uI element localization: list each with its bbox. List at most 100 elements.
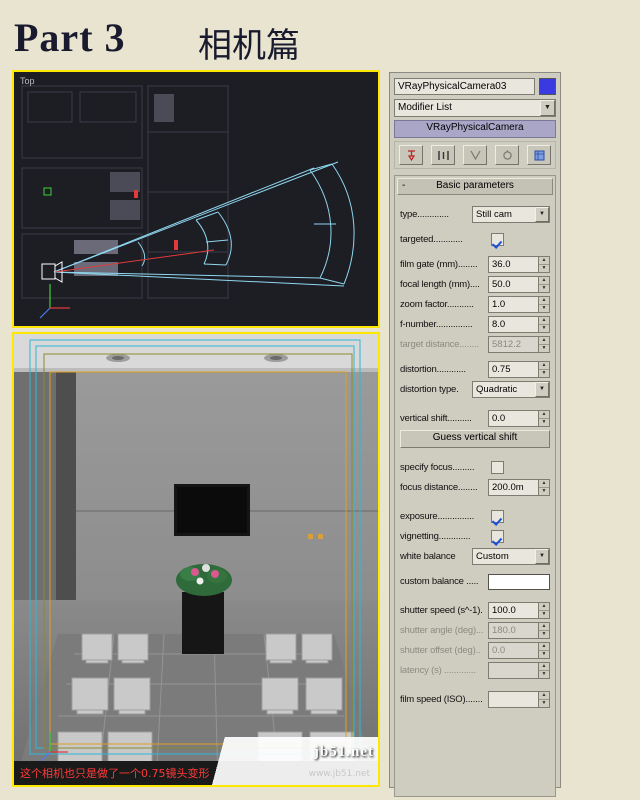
label-exposure: exposure...............: [400, 511, 475, 522]
label-shutter-speed: shutter speed (s^-1).: [400, 605, 483, 616]
targeted-checkbox[interactable]: [491, 233, 504, 246]
target-distance-value: 5812.2: [488, 336, 538, 353]
vertical-shift-value[interactable]: 0.0: [488, 410, 538, 427]
focus-distance-spinner[interactable]: 200.0m ▲ ▼: [488, 479, 550, 496]
param-row-target-distance: target distance........ 5812.2 ▲ ▼: [400, 336, 550, 353]
chevron-down-icon[interactable]: ▼: [540, 100, 555, 116]
remove-modifier-icon[interactable]: [495, 145, 519, 165]
param-row-custom-balance: custom balance .....: [400, 573, 550, 590]
spinner-arrows[interactable]: ▲ ▼: [538, 479, 550, 496]
param-row-distortion: distortion............ 0.75 ▲ ▼: [400, 361, 550, 378]
spinner-arrows[interactable]: ▲ ▼: [538, 410, 550, 427]
label-target-distance: target distance........: [400, 339, 479, 350]
chevron-down-icon[interactable]: ▼: [535, 207, 549, 222]
latency-spinner: ▲ ▼: [488, 662, 550, 679]
distortion-spinner[interactable]: 0.75 ▲ ▼: [488, 361, 550, 378]
page-header: Part 3 相机篇: [0, 0, 640, 72]
param-row-f-number: f-number............... 8.0 ▲ ▼: [400, 316, 550, 333]
object-name-field[interactable]: VRayPhysicalCamera03: [394, 77, 535, 95]
viewport-top-label: Top: [20, 76, 35, 86]
param-row-type: type............. Still cam ▼: [400, 206, 550, 223]
shutter-speed-value[interactable]: 100.0: [488, 602, 538, 619]
configure-sets-icon[interactable]: [527, 145, 551, 165]
make-unique-icon[interactable]: [463, 145, 487, 165]
viewport-camera-canvas: [14, 334, 378, 785]
white-balance-dropdown[interactable]: Custom ▼: [472, 548, 550, 565]
label-film-speed: film speed (ISO).......: [400, 694, 483, 705]
shutter-offset-spinner: 0.0 ▲ ▼: [488, 642, 550, 659]
shutter-offset-value: 0.0: [488, 642, 538, 659]
param-row-focal-length: focal length (mm).... 50.0 ▲ ▼: [400, 276, 550, 293]
f-number-value[interactable]: 8.0: [488, 316, 538, 333]
param-row-focus-distance: focus distance........ 200.0m ▲ ▼: [400, 479, 550, 496]
type-dropdown[interactable]: Still cam ▼: [472, 206, 550, 223]
viewport-top[interactable]: Top: [12, 70, 380, 328]
spinner-arrows[interactable]: ▲ ▼: [538, 602, 550, 619]
rollout-title: Basic parameters: [436, 180, 514, 191]
spinner-arrows: ▲ ▼: [538, 622, 550, 639]
film-speed-spinner[interactable]: ▲ ▼: [488, 691, 550, 708]
specify-focus-checkbox[interactable]: [491, 461, 504, 474]
label-type: type.............: [400, 209, 449, 220]
film-gate-spinner[interactable]: 36.0 ▲ ▼: [488, 256, 550, 273]
page-title: Part 3: [14, 15, 126, 60]
label-film-gate: film gate (mm)........: [400, 259, 478, 270]
spinner-arrows[interactable]: ▲ ▼: [538, 276, 550, 293]
f-number-spinner[interactable]: 8.0 ▲ ▼: [488, 316, 550, 333]
type-value: Still cam: [476, 209, 512, 220]
guess-vertical-shift-button[interactable]: Guess vertical shift: [400, 430, 550, 448]
film-gate-value[interactable]: 36.0: [488, 256, 538, 273]
label-focal-length: focal length (mm)....: [400, 279, 480, 290]
modifier-stack-entry[interactable]: VRayPhysicalCamera: [394, 120, 556, 138]
basic-parameters-rollout: - Basic parameters type............. Sti…: [394, 175, 556, 797]
modifier-stack-toolbar[interactable]: [394, 141, 556, 169]
param-row-targeted: targeted............: [400, 231, 550, 248]
shutter-angle-value: 180.0: [488, 622, 538, 639]
modifier-list-dropdown[interactable]: Modifier List ▼: [394, 99, 556, 117]
label-shutter-offset: shutter offset (deg)..: [400, 645, 481, 656]
focus-distance-value[interactable]: 200.0m: [488, 479, 538, 496]
spinner-arrows[interactable]: ▲ ▼: [538, 296, 550, 313]
exposure-checkbox[interactable]: [491, 510, 504, 523]
distortion-type-dropdown[interactable]: Quadratic ▼: [472, 381, 550, 398]
spinner-arrows: ▲ ▼: [538, 642, 550, 659]
distortion-type-value: Quadratic: [476, 384, 518, 395]
white-balance-value: Custom: [476, 551, 509, 562]
spinner-arrows[interactable]: ▲ ▼: [538, 361, 550, 378]
zoom-factor-spinner[interactable]: 1.0 ▲ ▼: [488, 296, 550, 313]
focal-length-value[interactable]: 50.0: [488, 276, 538, 293]
rollout-header[interactable]: - Basic parameters: [397, 178, 553, 195]
label-white-balance: white balance: [400, 551, 456, 562]
zoom-factor-value[interactable]: 1.0: [488, 296, 538, 313]
show-end-result-icon[interactable]: [431, 145, 455, 165]
distortion-value[interactable]: 0.75: [488, 361, 538, 378]
rollout-body: type............. Still cam ▼ targeted..…: [395, 197, 555, 708]
label-targeted: targeted............: [400, 234, 463, 245]
label-zoom-factor: zoom factor...........: [400, 299, 474, 310]
label-f-number: f-number...............: [400, 319, 473, 330]
shutter-speed-spinner[interactable]: 100.0 ▲ ▼: [488, 602, 550, 619]
vignetting-checkbox[interactable]: [491, 530, 504, 543]
chevron-down-icon[interactable]: ▼: [535, 382, 549, 397]
spinner-arrows[interactable]: ▲ ▼: [538, 256, 550, 273]
label-distortion-type: distortion type.: [400, 384, 459, 395]
focal-length-spinner[interactable]: 50.0 ▲ ▼: [488, 276, 550, 293]
label-distortion: distortion............: [400, 364, 466, 375]
watermark-subtext: www.jb51.net: [308, 769, 370, 779]
label-latency: latency (s) .............: [400, 665, 476, 676]
spinner-arrows[interactable]: ▲ ▼: [538, 691, 550, 708]
vertical-shift-spinner[interactable]: 0.0 ▲ ▼: [488, 410, 550, 427]
pin-stack-icon[interactable]: [399, 145, 423, 165]
param-row-latency: latency (s) ............. ▲ ▼: [400, 662, 550, 679]
viewport-camera[interactable]: 这个相机也只是做了一个0.75镜头变形 jb51.net www.jb51.ne…: [12, 332, 380, 787]
shutter-angle-spinner: 180.0 ▲ ▼: [488, 622, 550, 639]
command-panel[interactable]: VRayPhysicalCamera03 Modifier List ▼ VRa…: [389, 72, 561, 797]
object-color-swatch[interactable]: [539, 77, 556, 95]
custom-balance-swatch[interactable]: [488, 573, 550, 590]
film-speed-value[interactable]: [488, 691, 538, 708]
label-focus-distance: focus distance........: [400, 482, 478, 493]
spinner-arrows: ▲ ▼: [538, 662, 550, 679]
chevron-down-icon[interactable]: ▼: [535, 549, 549, 564]
spinner-arrows[interactable]: ▲ ▼: [538, 316, 550, 333]
rollout-collapse-icon[interactable]: -: [402, 179, 405, 192]
